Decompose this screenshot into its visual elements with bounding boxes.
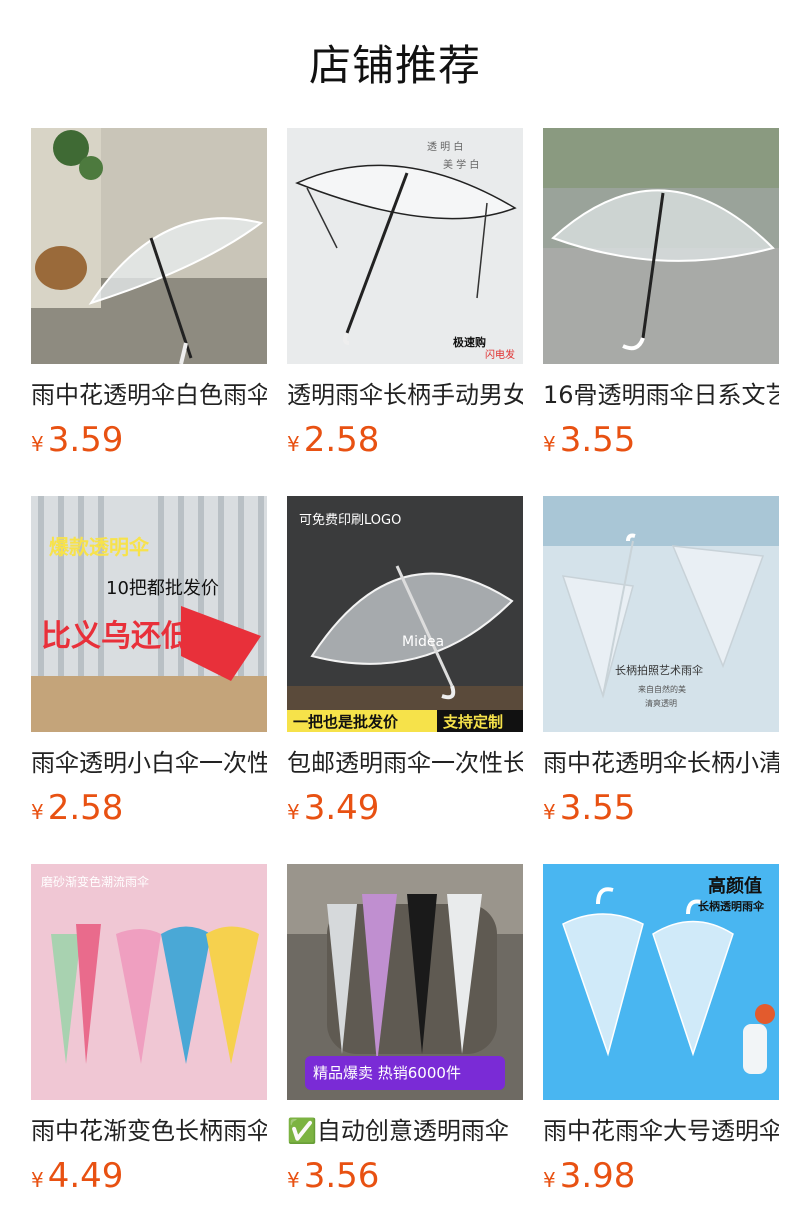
product-card[interactable]: 雨中花透明伞白色雨伞 ¥3.59 [31,128,267,462]
product-card[interactable]: 透 明 白 美 学 白 极速购 闪电发 透明雨伞长柄手动男女 ¥2.58 [287,128,523,462]
price-value: 3.49 [303,788,380,828]
currency-symbol: ¥ [31,800,44,824]
product-price: ¥3.59 [31,418,267,462]
image-caption: 透 明 白 [427,140,463,153]
image-caption: 高颜值 [708,875,762,897]
product-image[interactable]: 透 明 白 美 学 白 极速购 闪电发 [287,128,523,364]
price-value: 3.55 [559,420,636,460]
product-image[interactable]: 可免费印刷LOGO Midea 一把也是批发价 支持定制 [287,496,523,732]
product-name[interactable]: 16骨透明雨伞日系文艺 [543,378,779,412]
price-value: 2.58 [303,420,380,460]
product-name[interactable]: 雨伞透明小白伞一次性 [31,746,267,780]
product-card[interactable]: 可免费印刷LOGO Midea 一把也是批发价 支持定制 包邮透明雨伞一次性长 … [287,496,523,830]
product-name[interactable]: 雨中花透明伞长柄小清 [543,746,779,780]
image-caption: 美 学 白 [443,158,479,171]
umbrella-photo-icon: 长柄拍照艺术雨伞 来自自然的美 清爽透明 [543,496,779,732]
image-caption: 闪电发 [485,348,515,361]
product-name[interactable]: 雨中花透明伞白色雨伞 [31,378,267,412]
product-image[interactable]: 爆款透明伞 10把都批发价 比义乌还低 [31,496,267,732]
product-card[interactable]: 爆款透明伞 10把都批发价 比义乌还低 雨伞透明小白伞一次性 ¥2.58 [31,496,267,830]
umbrella-photo-icon: 可免费印刷LOGO Midea 一把也是批发价 支持定制 [287,496,523,732]
product-card[interactable]: 高颜值 长柄透明雨伞 雨中花雨伞大号透明伞 ¥3.98 [543,864,779,1198]
product-card[interactable]: 长柄拍照艺术雨伞 来自自然的美 清爽透明 雨中花透明伞长柄小清 ¥3.55 [543,496,779,830]
product-price: ¥4.49 [31,1154,267,1198]
umbrella-photo-icon: 精品爆卖 热销6000件 [287,864,523,1100]
image-caption: 爆款透明伞 [49,535,150,559]
image-caption: 长柄拍照艺术雨伞 [615,663,703,677]
image-caption: 支持定制 [442,713,503,731]
image-caption: 长柄透明雨伞 [698,899,765,913]
product-price: ¥2.58 [287,418,523,462]
umbrella-photo-icon: 爆款透明伞 10把都批发价 比义乌还低 [31,496,267,732]
image-caption: 极速购 [453,335,486,349]
product-image[interactable] [31,128,267,364]
product-price: ¥3.98 [543,1154,779,1198]
image-caption: Midea [402,634,444,650]
currency-symbol: ¥ [287,800,300,824]
currency-symbol: ¥ [287,432,300,456]
price-value: 3.59 [47,420,124,460]
product-price: ¥3.56 [287,1154,523,1198]
product-image[interactable]: 高颜值 长柄透明雨伞 [543,864,779,1100]
umbrella-photo-icon [543,128,779,364]
product-price: ¥3.55 [543,786,779,830]
image-caption: 一把也是批发价 [293,713,399,731]
umbrella-photo-icon [31,128,267,364]
product-image[interactable] [543,128,779,364]
currency-symbol: ¥ [31,432,44,456]
product-card[interactable]: 16骨透明雨伞日系文艺 ¥3.55 [543,128,779,462]
image-caption: 10把都批发价 [106,578,219,599]
product-name[interactable]: 包邮透明雨伞一次性长 [287,746,523,780]
image-caption: 来自自然的美 [638,684,686,694]
product-price: ¥2.58 [31,786,267,830]
image-caption: 磨砂渐变色潮流雨伞 [41,874,149,889]
price-value: 3.98 [559,1156,636,1196]
currency-symbol: ¥ [543,432,556,456]
image-caption: 比义乌还低 [41,619,191,654]
product-price: ¥3.49 [287,786,523,830]
product-image[interactable]: 磨砂渐变色潮流雨伞 [31,864,267,1100]
product-name[interactable]: 雨中花雨伞大号透明伞 [543,1114,779,1148]
currency-symbol: ¥ [287,1168,300,1192]
image-caption: 清爽透明 [645,698,677,708]
product-name[interactable]: ✅自动创意透明雨伞 [287,1114,523,1148]
umbrella-photo-icon: 透 明 白 美 学 白 极速购 闪电发 [287,128,523,364]
currency-symbol: ¥ [543,800,556,824]
umbrella-photo-icon: 磨砂渐变色潮流雨伞 [31,864,267,1100]
product-image[interactable]: 长柄拍照艺术雨伞 来自自然的美 清爽透明 [543,496,779,732]
price-value: 3.55 [559,788,636,828]
product-card[interactable]: 磨砂渐变色潮流雨伞 雨中花渐变色长柄雨伞 ¥4.49 [31,864,267,1198]
product-image[interactable]: 精品爆卖 热销6000件 [287,864,523,1100]
price-value: 4.49 [47,1156,124,1196]
image-caption: 精品爆卖 热销6000件 [313,1064,461,1082]
product-name[interactable]: 雨中花渐变色长柄雨伞 [31,1114,267,1148]
price-value: 3.56 [303,1156,380,1196]
price-value: 2.58 [47,788,124,828]
product-name[interactable]: 透明雨伞长柄手动男女 [287,378,523,412]
product-card[interactable]: 精品爆卖 热销6000件 ✅自动创意透明雨伞 ¥3.56 [287,864,523,1198]
currency-symbol: ¥ [31,1168,44,1192]
image-caption: 可免费印刷LOGO [299,513,401,528]
product-price: ¥3.55 [543,418,779,462]
product-grid: 雨中花透明伞白色雨伞 ¥3.59 透 明 白 美 学 白 极速购 闪电发 透明雨… [0,0,790,1232]
umbrella-photo-icon: 高颜值 长柄透明雨伞 [543,864,779,1100]
currency-symbol: ¥ [543,1168,556,1192]
